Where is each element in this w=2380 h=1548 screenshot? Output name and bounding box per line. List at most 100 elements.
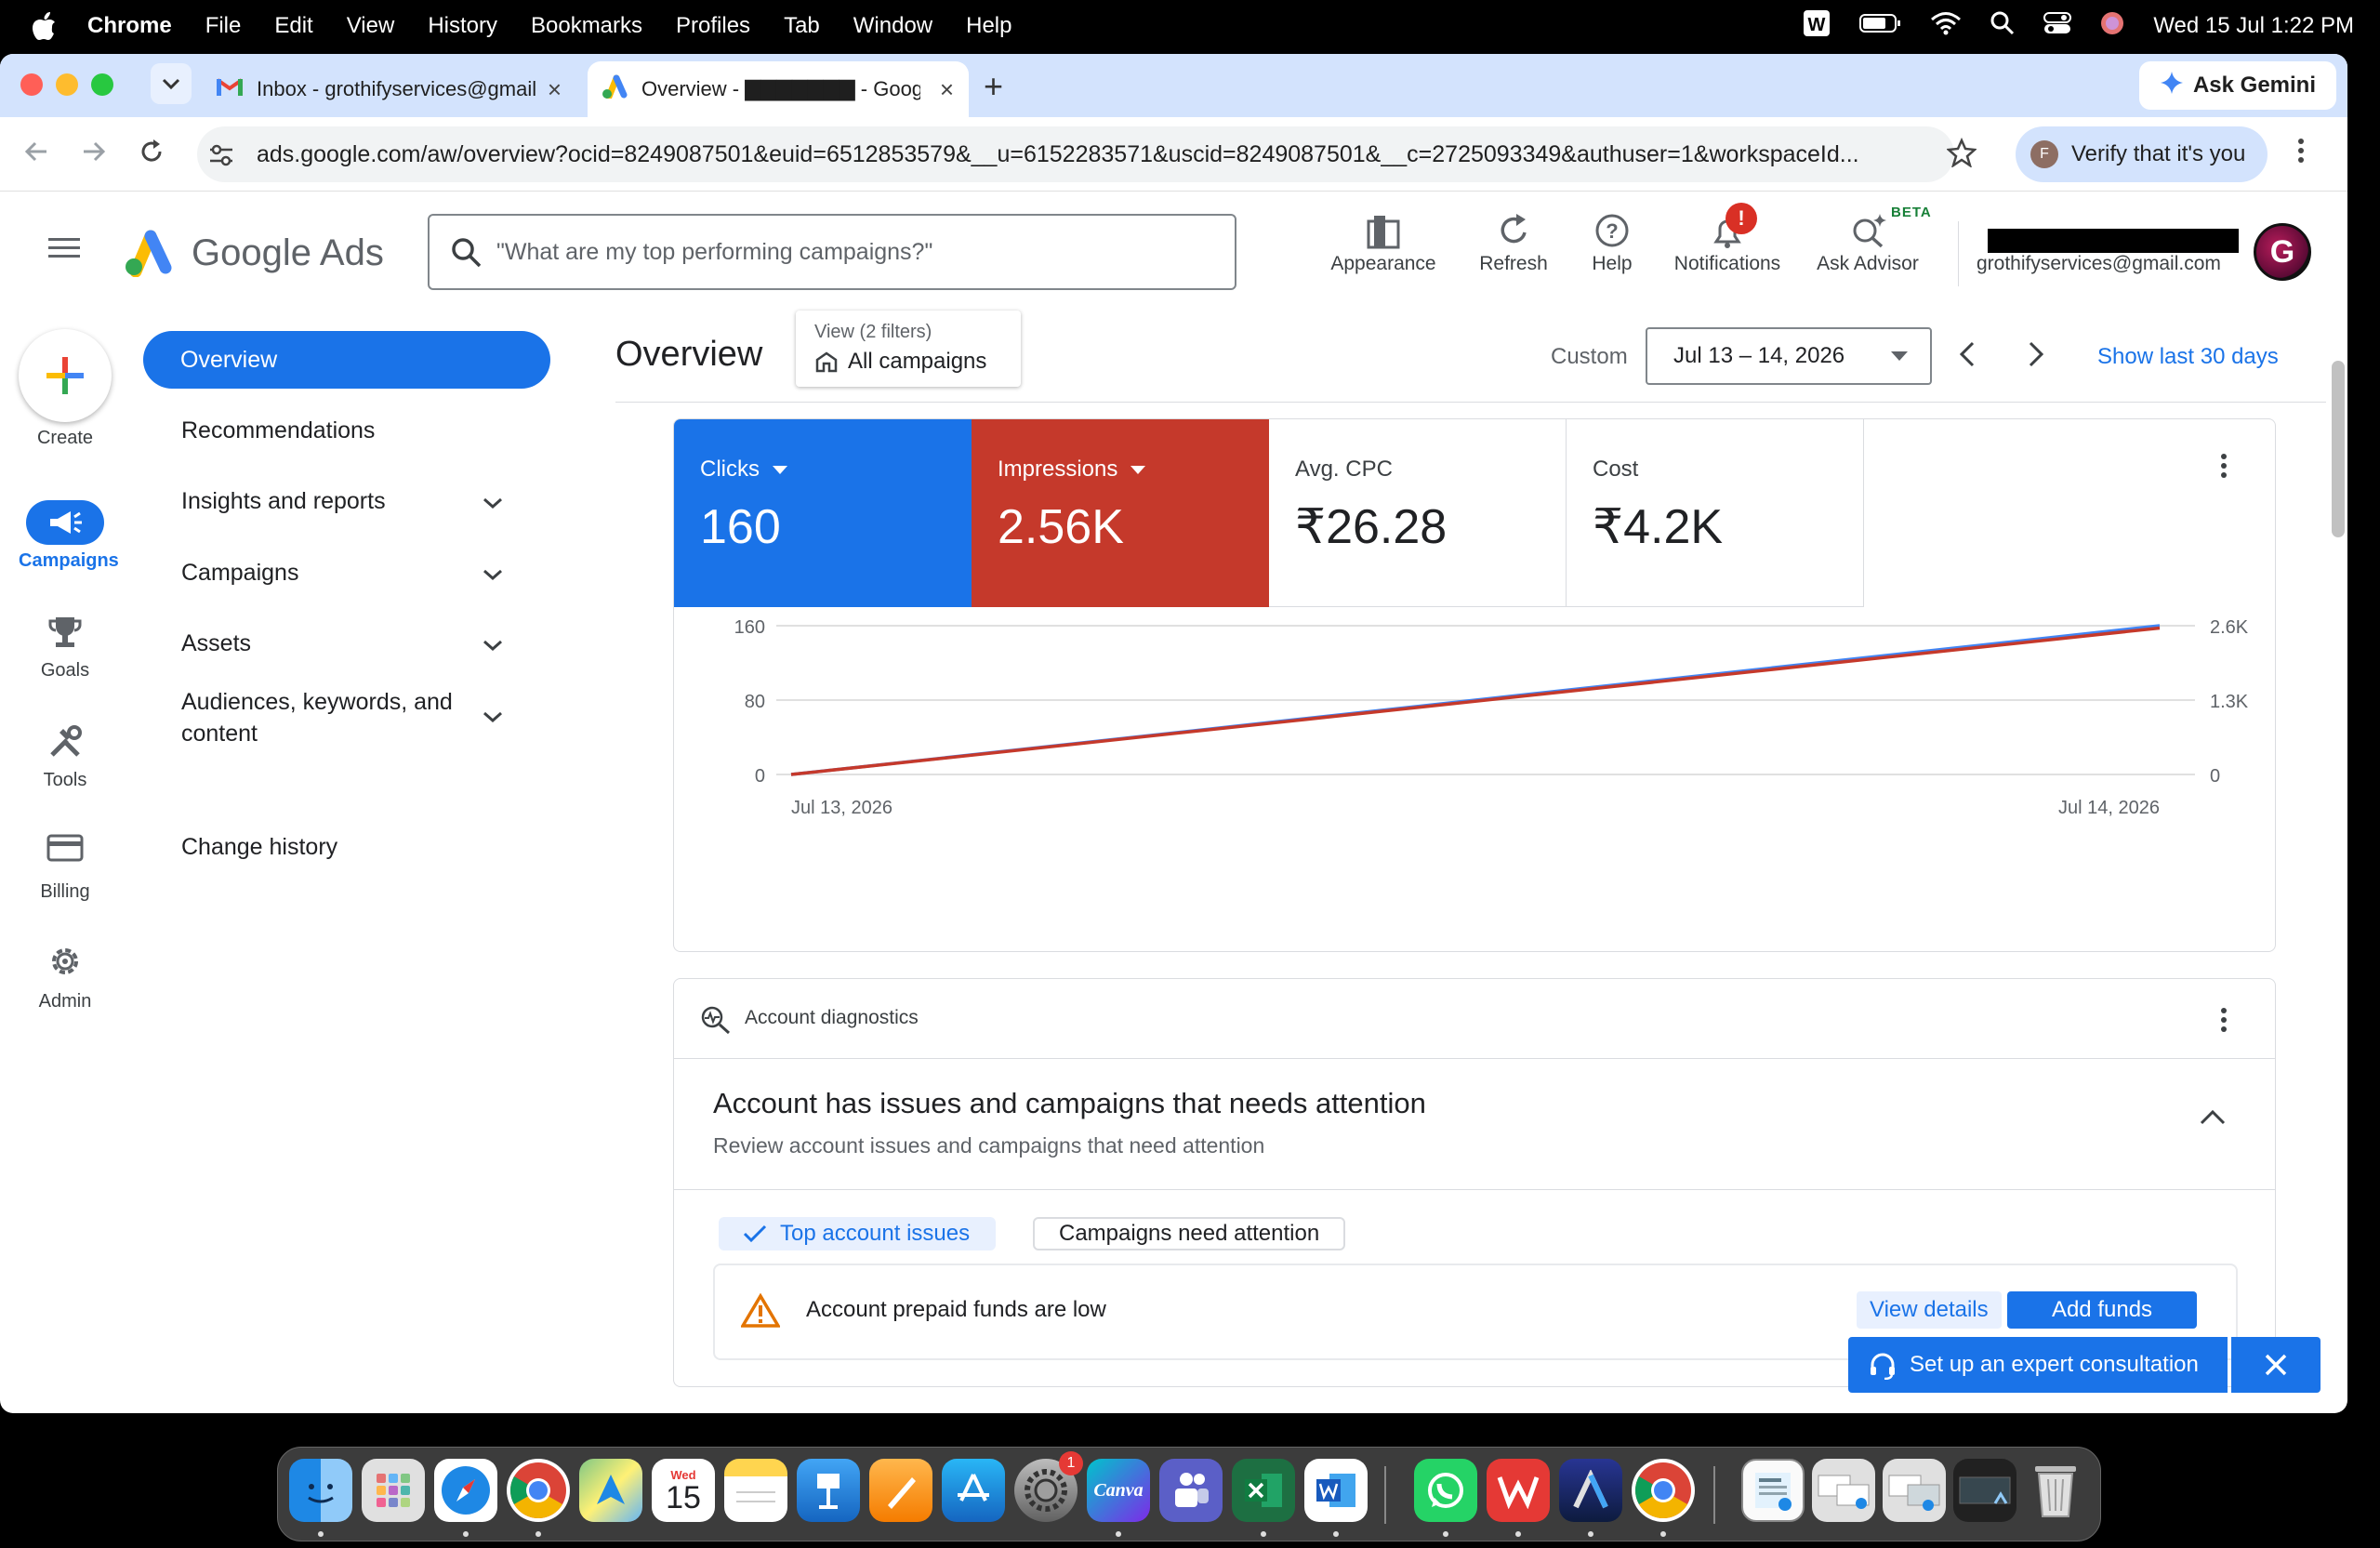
dock-excel-icon[interactable] bbox=[1232, 1459, 1295, 1522]
expert-consultation-button[interactable]: Set up an expert consultation bbox=[1848, 1337, 2228, 1393]
chevron-down-icon[interactable] bbox=[482, 496, 504, 514]
dropdown-triangle-icon[interactable] bbox=[773, 465, 787, 474]
dock-chrome-profile-icon[interactable] bbox=[1632, 1459, 1695, 1522]
admin-label[interactable]: Admin bbox=[19, 991, 112, 1012]
menu-window[interactable]: Window bbox=[853, 13, 932, 39]
nav-campaigns[interactable]: Campaigns bbox=[181, 557, 298, 589]
siri-icon[interactable] bbox=[2099, 10, 2125, 43]
billing-card-icon[interactable] bbox=[46, 833, 84, 867]
nav-overview[interactable]: Overview bbox=[143, 331, 550, 389]
window-maximize-button[interactable] bbox=[91, 73, 113, 96]
goals-trophy-icon[interactable] bbox=[46, 614, 84, 655]
menu-view[interactable]: View bbox=[347, 13, 395, 39]
campaigns-rail-label[interactable]: Campaigns bbox=[19, 550, 119, 572]
dock-launchpad-icon[interactable] bbox=[362, 1459, 425, 1522]
menu-history[interactable]: History bbox=[428, 13, 497, 39]
notifications-button[interactable]: Notifications bbox=[1664, 253, 1791, 275]
nav-insights-reports[interactable]: Insights and reports bbox=[181, 485, 386, 517]
dock-arc-icon[interactable] bbox=[1559, 1459, 1622, 1522]
window-minimize-button[interactable] bbox=[56, 73, 78, 96]
account-avatar[interactable]: G bbox=[2254, 223, 2311, 281]
menu-profiles[interactable]: Profiles bbox=[676, 13, 750, 39]
create-button[interactable] bbox=[19, 329, 112, 422]
view-filter-selector[interactable]: View (2 filters) All campaigns bbox=[796, 311, 1021, 387]
control-center-icon[interactable] bbox=[2043, 11, 2072, 42]
dock-chrome-icon[interactable] bbox=[507, 1459, 570, 1522]
spotlight-search-icon[interactable] bbox=[1990, 10, 2016, 43]
chevron-down-icon[interactable] bbox=[482, 568, 504, 586]
chevron-right-icon[interactable] bbox=[2027, 340, 2045, 373]
metric-avg-cpc[interactable]: Avg. CPC ₹26.28 bbox=[1269, 419, 1567, 607]
consultation-close-button[interactable] bbox=[2231, 1337, 2320, 1393]
dock-safari-icon[interactable] bbox=[434, 1459, 497, 1522]
ask-advisor-button[interactable]: Ask Advisor bbox=[1807, 253, 1928, 275]
menu-bookmarks[interactable]: Bookmarks bbox=[531, 13, 642, 39]
chevron-left-icon[interactable] bbox=[1958, 340, 1977, 373]
rail-campaigns[interactable] bbox=[26, 500, 104, 545]
tab-inbox[interactable]: Inbox - grothifyservices@gmail.com × bbox=[205, 61, 576, 117]
metric-clicks[interactable]: Clicks 160 bbox=[674, 419, 972, 607]
dock-notes-icon[interactable] bbox=[724, 1459, 787, 1522]
metric-cost[interactable]: Cost ₹4.2K bbox=[1567, 419, 1864, 607]
goals-label[interactable]: Goals bbox=[19, 660, 112, 681]
nav-audiences-keywords-content[interactable]: Audiences, keywords, and content bbox=[181, 686, 453, 749]
chevron-down-icon[interactable] bbox=[482, 710, 504, 728]
account-email[interactable]: grothifyservices@gmail.com bbox=[1977, 253, 2221, 275]
dock-desktop-stack-icon[interactable] bbox=[1953, 1459, 2016, 1522]
dock-trash-icon[interactable] bbox=[2024, 1459, 2087, 1522]
refresh-icon[interactable] bbox=[1495, 212, 1532, 254]
tab-search-chevron-icon[interactable] bbox=[151, 63, 192, 104]
menu-tab[interactable]: Tab bbox=[784, 13, 820, 39]
menu-help[interactable]: Help bbox=[966, 13, 1012, 39]
refresh-button[interactable]: Refresh bbox=[1467, 253, 1560, 275]
chip-campaigns-need-attention[interactable]: Campaigns need attention bbox=[1033, 1217, 1346, 1250]
appearance-button[interactable]: Appearance bbox=[1329, 253, 1437, 275]
menu-app-name[interactable]: Chrome bbox=[87, 13, 172, 39]
diagnostics-more-kebab-icon[interactable] bbox=[2219, 1005, 2228, 1039]
dock-screenshots-stack-icon[interactable] bbox=[1812, 1459, 1875, 1522]
reload-icon[interactable] bbox=[138, 138, 165, 173]
metric-impressions[interactable]: Impressions 2.56K bbox=[972, 419, 1269, 607]
billing-label[interactable]: Billing bbox=[19, 881, 112, 903]
dock-screenshots-2-stack-icon[interactable] bbox=[1883, 1459, 1946, 1522]
window-close-button[interactable] bbox=[20, 73, 43, 96]
ads-search-input[interactable]: "What are my top performing campaigns?" bbox=[428, 214, 1236, 290]
tab-overview[interactable]: Overview - ▇▇▇▇▇▇▇ - Google Ads × bbox=[588, 61, 969, 117]
dock-wps-office-icon[interactable] bbox=[1487, 1459, 1550, 1522]
dock-canva-icon[interactable]: Canva bbox=[1087, 1459, 1150, 1522]
dock-maps-icon[interactable] bbox=[579, 1459, 642, 1522]
chevron-up-icon[interactable] bbox=[2199, 1109, 2227, 1131]
menu-file[interactable]: File bbox=[205, 13, 242, 39]
dock-whatsapp-icon[interactable] bbox=[1414, 1459, 1477, 1522]
dock-finder-icon[interactable] bbox=[289, 1459, 352, 1522]
tab-close-icon[interactable]: × bbox=[548, 75, 562, 104]
view-details-button[interactable]: View details bbox=[1857, 1291, 2002, 1329]
nav-change-history[interactable]: Change history bbox=[181, 831, 337, 863]
appearance-icon[interactable] bbox=[1365, 212, 1402, 254]
browser-menu-kebab-icon[interactable] bbox=[2296, 136, 2306, 173]
nav-assets[interactable]: Assets bbox=[181, 628, 251, 659]
chevron-down-icon[interactable] bbox=[482, 639, 504, 656]
wifi-icon[interactable] bbox=[1930, 11, 1962, 42]
back-arrow-icon[interactable] bbox=[22, 138, 50, 173]
page-scrollbar[interactable] bbox=[2332, 361, 2345, 537]
dock-pages-icon[interactable] bbox=[869, 1459, 932, 1522]
forward-arrow-icon[interactable] bbox=[80, 138, 108, 173]
dock-app-store-icon[interactable] bbox=[942, 1459, 1005, 1522]
admin-gear-icon[interactable] bbox=[46, 943, 84, 985]
date-range-select[interactable]: Jul 13 – 14, 2026 bbox=[1646, 327, 1932, 385]
menu-edit[interactable]: Edit bbox=[274, 13, 312, 39]
dock-keynote-icon[interactable] bbox=[797, 1459, 860, 1522]
dropdown-triangle-icon[interactable] bbox=[1130, 465, 1146, 474]
site-info-tune-icon[interactable] bbox=[208, 143, 234, 172]
help-button[interactable]: Help bbox=[1575, 253, 1649, 275]
battery-icon[interactable] bbox=[1859, 12, 1902, 41]
chip-top-account-issues[interactable]: Top account issues bbox=[719, 1217, 997, 1250]
chart-more-kebab-icon[interactable] bbox=[2219, 451, 2228, 485]
bookmark-star-icon[interactable] bbox=[1946, 137, 1977, 175]
show-last-30-days-link[interactable]: Show last 30 days bbox=[2097, 344, 2279, 370]
tools-label[interactable]: Tools bbox=[19, 770, 112, 791]
tools-icon[interactable] bbox=[46, 723, 84, 765]
new-tab-plus-icon[interactable]: + bbox=[984, 67, 1003, 106]
menubar-datetime[interactable]: Wed 15 Jul 1:22 PM bbox=[2153, 13, 2354, 39]
